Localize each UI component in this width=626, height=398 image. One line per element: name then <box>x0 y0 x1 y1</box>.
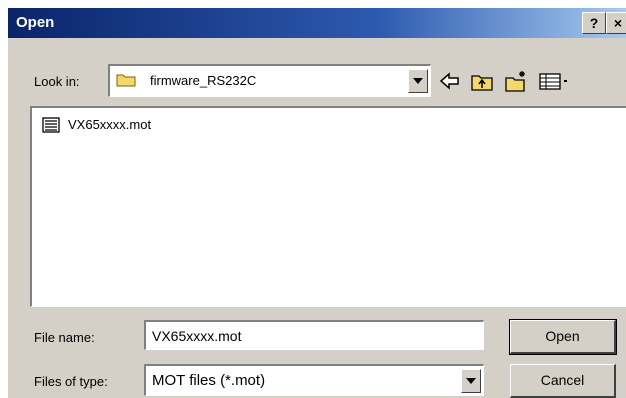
file-type-dropdown-arrow[interactable] <box>461 369 481 393</box>
look-in-value: firmware_RS232C <box>150 73 257 88</box>
file-type-label: Files of type: <box>34 374 108 389</box>
file-type-value: MOT files (*.mot) <box>152 372 266 389</box>
file-name-label: File name: <box>34 330 95 345</box>
file-list[interactable]: VX65xxxx.mot <box>30 106 626 307</box>
cancel-button[interactable]: Cancel <box>510 364 616 398</box>
window-title: Open <box>16 14 55 31</box>
new-folder-icon[interactable] <box>504 70 528 92</box>
chevron-down-icon <box>466 378 476 384</box>
title-bar[interactable]: Open ? × <box>8 8 626 38</box>
look-in-label: Look in: <box>34 74 80 89</box>
file-name-input[interactable] <box>144 320 484 350</box>
file-type-dropdown[interactable]: MOT files (*.mot) <box>144 364 484 396</box>
open-dialog: Open ? × Look in: firmware_RS232C VX65xx… <box>8 8 626 398</box>
up-folder-icon[interactable] <box>470 70 494 92</box>
mot-file-icon <box>42 117 60 133</box>
view-menu-icon[interactable] <box>538 70 572 92</box>
back-icon[interactable] <box>438 70 462 92</box>
file-name-text: VX65xxxx.mot <box>68 117 152 132</box>
close-button[interactable]: × <box>606 12 626 34</box>
look-in-dropdown-arrow[interactable] <box>408 69 428 93</box>
look-in-dropdown[interactable]: firmware_RS232C <box>108 64 431 97</box>
open-button[interactable]: Open <box>509 319 617 355</box>
help-button[interactable]: ? <box>582 12 606 34</box>
folder-icon <box>116 74 136 87</box>
chevron-down-icon <box>413 78 423 84</box>
